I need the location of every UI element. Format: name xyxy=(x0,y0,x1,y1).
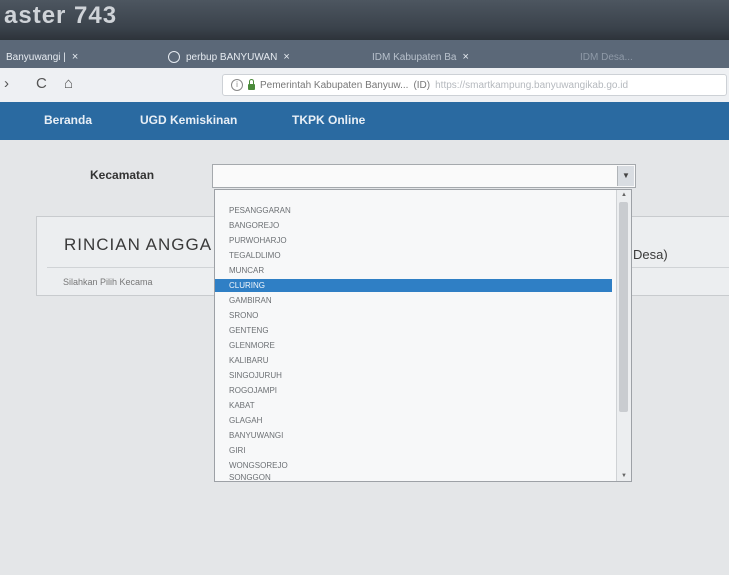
dropdown-option[interactable]: SONGGON xyxy=(215,471,612,481)
panel-title: RINCIAN ANGGA xyxy=(64,235,213,254)
dropdown-option[interactable]: MUNCAR xyxy=(215,264,612,277)
dropdown-option[interactable]: PESANGGARAN xyxy=(215,204,612,217)
dropdown-option[interactable]: GAMBIRAN xyxy=(215,294,612,307)
dropdown-option[interactable]: BANGOREJO xyxy=(215,219,612,232)
chevron-down-icon[interactable]: ▼ xyxy=(617,166,634,186)
scrollbar-thumb[interactable] xyxy=(619,202,628,412)
dropdown-option[interactable]: SINGOJURUH xyxy=(215,369,612,382)
panel-title-suffix: Desa) xyxy=(633,247,668,262)
dropdown-option[interactable]: ROGOJAMPI xyxy=(215,384,612,397)
nav-link-beranda[interactable]: Beranda xyxy=(44,113,92,127)
dropdown-option[interactable]: KALIBARU xyxy=(215,354,612,367)
dropdown-option[interactable]: GLAGAH xyxy=(215,414,612,427)
browser-tab-banyuwangi[interactable]: Banyuwangi | × xyxy=(6,46,154,68)
dropdown-option[interactable]: PURWOHARJO xyxy=(215,234,612,247)
nav-link-ugd-kemiskinan[interactable]: UGD Kemiskinan xyxy=(140,113,237,127)
tab-title: Banyuwangi | xyxy=(6,51,66,63)
dropdown-option[interactable]: GENTENG xyxy=(215,324,612,337)
dropdown-option[interactable]: GIRI xyxy=(215,444,612,457)
tab-title: IDM Kabupaten Ba xyxy=(372,51,457,63)
address-bar[interactable]: i Pemerintah Kabupaten Banyuw... (ID) ht… xyxy=(222,74,727,96)
back-icon[interactable]: › xyxy=(4,75,9,92)
address-url: https://smartkampung.banyuwangikab.go.id xyxy=(435,79,628,91)
dropdown-option[interactable]: SRONO xyxy=(215,309,612,322)
monitor-bezel: aster 743 xyxy=(0,0,729,40)
dropdown-option[interactable]: GLENMORE xyxy=(215,339,612,352)
kecamatan-dropdown-list[interactable]: PESANGGARAN BANGOREJO PURWOHARJO TEGALDL… xyxy=(214,189,632,482)
dropdown-option[interactable]: TEGALDLIMO xyxy=(215,249,612,262)
globe-icon xyxy=(168,51,180,63)
browser-tab-perbup[interactable]: perbup BANYUWAN × xyxy=(168,46,358,68)
browser-toolbar: › C ⌂ i Pemerintah Kabupaten Banyuw... (… xyxy=(0,68,729,103)
browser-tab-idm-kabupaten[interactable]: IDM Kabupaten Ba × xyxy=(372,46,562,68)
site-country-code: (ID) xyxy=(413,79,431,91)
browser-tab-idm-desa[interactable]: IDM Desa... xyxy=(580,46,720,68)
home-icon[interactable]: ⌂ xyxy=(64,75,73,92)
tab-close-icon[interactable]: × xyxy=(463,51,469,63)
monitor-brand-label: aster 743 xyxy=(4,2,118,29)
dropdown-scrollbar[interactable]: ▲ ▼ xyxy=(616,190,631,481)
browser-tab-strip: Banyuwangi | × perbup BANYUWAN × IDM Kab… xyxy=(0,40,729,68)
panel-hint-text: Silahkan Pilih Kecama xyxy=(63,277,153,287)
kecamatan-select[interactable]: ▼ xyxy=(212,164,636,188)
scroll-down-icon[interactable]: ▼ xyxy=(617,471,631,481)
info-icon[interactable]: i xyxy=(231,79,243,91)
site-identity: Pemerintah Kabupaten Banyuw... xyxy=(260,79,409,91)
tab-title: perbup BANYUWAN xyxy=(186,51,278,63)
dropdown-option[interactable]: BANYUWANGI xyxy=(215,429,612,442)
reload-icon[interactable]: C xyxy=(36,75,47,92)
scroll-up-icon[interactable]: ▲ xyxy=(617,190,631,200)
tab-title: IDM Desa... xyxy=(580,51,633,63)
nav-link-tkpk-online[interactable]: TKPK Online xyxy=(292,113,365,127)
tab-close-icon[interactable]: × xyxy=(283,51,289,63)
dropdown-option[interactable]: KABAT xyxy=(215,399,612,412)
site-navbar: Beranda UGD Kemiskinan TKPK Online xyxy=(0,102,729,140)
tab-close-icon[interactable]: × xyxy=(72,51,78,63)
kecamatan-label: Kecamatan xyxy=(90,168,155,182)
lock-icon xyxy=(248,78,255,90)
dropdown-option-selected[interactable]: CLURING xyxy=(215,279,612,292)
